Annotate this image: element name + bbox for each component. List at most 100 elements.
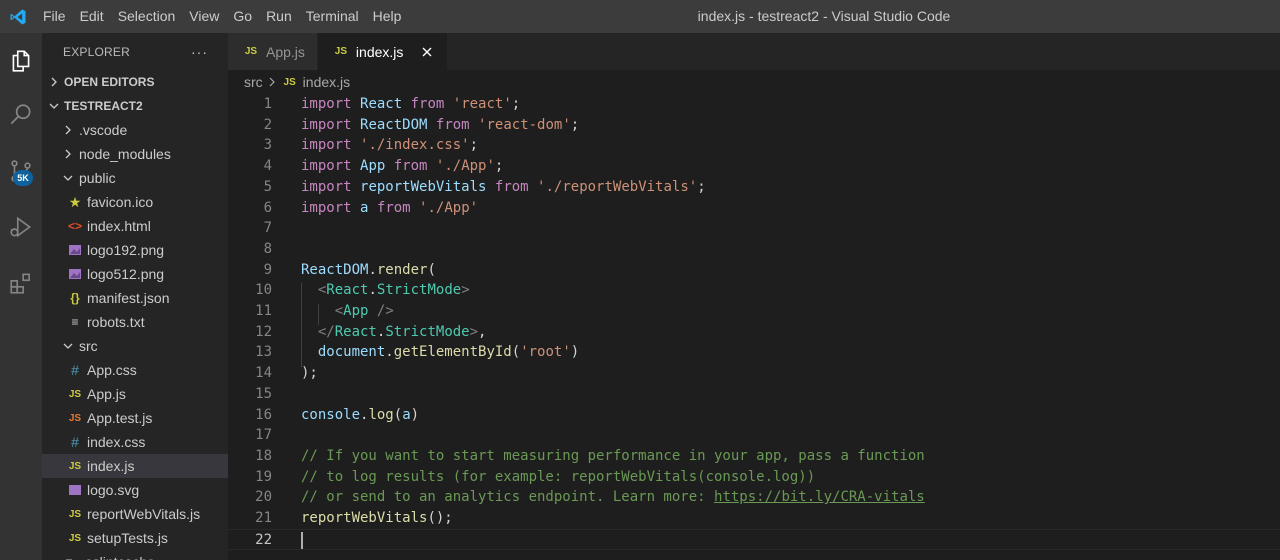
code-token[interactable]: https://bit.ly/CRA-vitals <box>714 489 925 505</box>
code-line[interactable]: 10 <React.StrictMode> <box>228 280 1280 301</box>
tree-item-label: logo192.png <box>87 242 165 258</box>
code-line[interactable]: 9 ReactDOM.render( <box>228 260 1280 281</box>
menu-go[interactable]: Go <box>226 0 259 33</box>
tree-folder[interactable]: public <box>42 166 228 190</box>
code-line[interactable]: 4 import App from './App'; <box>228 156 1280 177</box>
code-line[interactable]: 14); <box>228 363 1280 384</box>
code-token: (); <box>427 510 453 526</box>
explorer-sidebar: EXPLORER ··· OPEN EDITORS TESTREACT2 .vs… <box>42 33 228 560</box>
file-tree: .vscode node_modules public ★ favicon.ico <> i… <box>42 118 228 560</box>
tree-file[interactable]: # App.css <box>42 358 228 382</box>
line-number: 15 <box>255 386 272 402</box>
breadcrumb-folder[interactable]: src <box>244 74 263 90</box>
line-number: 3 <box>263 137 272 153</box>
code-line[interactable]: 6 import a from './App' <box>228 198 1280 219</box>
tree-folder[interactable]: node_modules <box>42 142 228 166</box>
tree-file[interactable]: logo.svg <box>42 478 228 502</box>
tree-item-label: App.test.js <box>87 410 153 426</box>
run-debug-icon[interactable] <box>0 203 42 251</box>
more-actions-icon[interactable]: ··· <box>191 44 208 60</box>
tree-folder[interactable]: src <box>42 334 228 358</box>
tree-file[interactable]: # index.css <box>42 430 228 454</box>
code-token: getElementById <box>393 344 512 360</box>
code-line[interactable]: 3 import './index.css'; <box>228 135 1280 156</box>
code-token: , <box>478 324 487 340</box>
code-line[interactable]: 11 <App /> <box>228 301 1280 322</box>
code-line[interactable]: 15 <box>228 384 1280 405</box>
tree-folder[interactable]: .vscode <box>42 118 228 142</box>
code-token: ; <box>469 137 479 153</box>
image-file-icon <box>66 243 84 257</box>
code-line[interactable]: 20 // or send to an analytics endpoint. L… <box>228 487 1280 508</box>
code-token: > <box>461 282 470 298</box>
tree-file[interactable]: JS App.test.js <box>42 406 228 430</box>
search-icon[interactable] <box>0 91 42 139</box>
code-line[interactable]: 12 </React.StrictMode>, <box>228 322 1280 343</box>
code-token: import <box>301 200 352 216</box>
tree-file[interactable]: JS App.js <box>42 382 228 406</box>
line-number: 8 <box>263 241 272 257</box>
open-editors-section[interactable]: OPEN EDITORS <box>42 70 228 94</box>
close-icon[interactable] <box>419 44 435 60</box>
code-line[interactable]: 8 <box>228 239 1280 260</box>
breadcrumb-file[interactable]: index.js <box>303 74 350 90</box>
code-text: ); <box>301 363 318 384</box>
code-line[interactable]: 5 import reportWebVitals from './reportWe… <box>228 177 1280 198</box>
menu-file[interactable]: File <box>36 0 73 33</box>
project-section[interactable]: TESTREACT2 <box>42 94 228 118</box>
tab-index-js[interactable]: JS index.js <box>317 33 449 70</box>
tab-label: App.js <box>266 43 305 60</box>
tree-item-label: index.css <box>87 434 146 450</box>
code-line[interactable]: 2 import ReactDOM from 'react-dom'; <box>228 115 1280 136</box>
code-token: ( <box>427 262 436 278</box>
code-editor[interactable]: 1 import React from 'react'; 2 import React… <box>228 94 1280 560</box>
code-text: import App from './App'; <box>301 156 503 177</box>
code-line[interactable]: 19 // to log results (for example: report… <box>228 467 1280 488</box>
tree-file[interactable]: {} manifest.json <box>42 286 228 310</box>
code-line[interactable]: 22 <box>228 529 1280 550</box>
tree-file[interactable]: <> index.html <box>42 214 228 238</box>
code-text: import './index.css'; <box>301 135 478 156</box>
menu-view[interactable]: View <box>182 0 226 33</box>
code-line[interactable]: 1 import React from 'react'; <box>228 94 1280 115</box>
files-icon[interactable] <box>0 37 42 85</box>
source-control-icon[interactable]: 5K <box>0 147 42 195</box>
code-token: App <box>343 303 369 319</box>
code-token: ); <box>301 365 318 381</box>
css-file-icon: # <box>71 362 79 378</box>
tree-file[interactable]: ≡ robots.txt <box>42 310 228 334</box>
menu-help[interactable]: Help <box>366 0 409 33</box>
code-line[interactable]: 17 <box>228 425 1280 446</box>
code-line[interactable]: 7 <box>228 218 1280 239</box>
tree-file[interactable]: ≡.eslintcache <box>42 550 228 560</box>
code-line[interactable]: 13 document.getElementById('root') <box>228 342 1280 363</box>
menu-edit[interactable]: Edit <box>73 0 111 33</box>
code-line[interactable]: 21 reportWebVitals(); <box>228 508 1280 529</box>
tree-item-label: robots.txt <box>87 314 145 330</box>
tab-app-js[interactable]: JS App.js <box>228 33 318 70</box>
extensions-icon[interactable] <box>0 259 42 307</box>
code-token: /> <box>376 303 394 319</box>
tree-file[interactable]: logo512.png <box>42 262 228 286</box>
vscode-logo-icon[interactable] <box>0 0 36 33</box>
code-token: reportWebVitals <box>301 510 428 526</box>
line-number: 10 <box>255 282 272 298</box>
tree-file[interactable]: logo192.png <box>42 238 228 262</box>
tree-file[interactable]: JS setupTests.js <box>42 526 228 550</box>
tree-file[interactable]: JS reportWebVitals.js <box>42 502 228 526</box>
menu-terminal[interactable]: Terminal <box>299 0 366 33</box>
tree-file[interactable]: JS index.js <box>42 454 228 478</box>
code-token: StrictMode <box>376 282 462 298</box>
code-token: ; <box>494 158 504 174</box>
code-token: StrictMode <box>385 324 470 340</box>
tree-file[interactable]: ★ favicon.ico <box>42 190 228 214</box>
code-line[interactable]: 18 // If you want to start measuring perf… <box>228 446 1280 467</box>
code-line[interactable]: 16 console.log(a) <box>228 405 1280 426</box>
menu-selection[interactable]: Selection <box>111 0 183 33</box>
menu-run[interactable]: Run <box>259 0 299 33</box>
